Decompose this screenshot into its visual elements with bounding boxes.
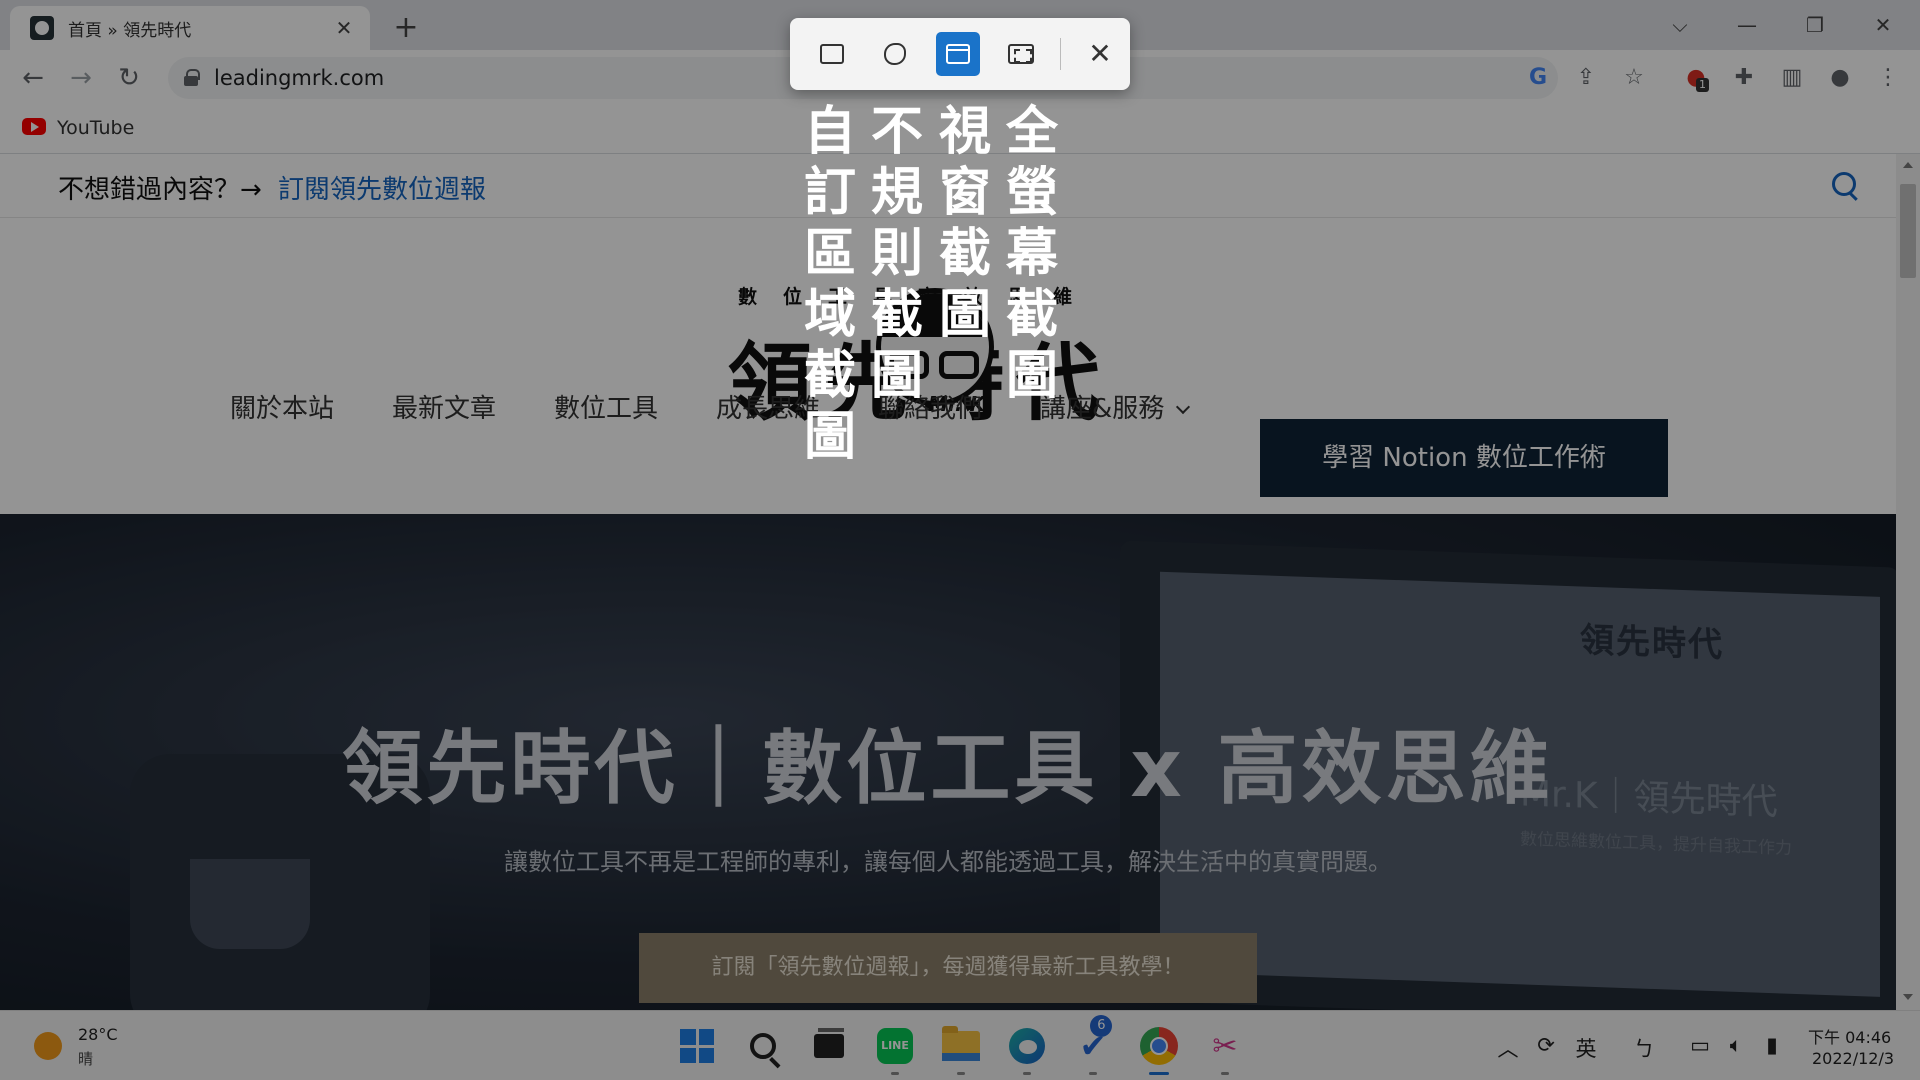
site-favicon-icon	[30, 16, 54, 40]
weather-sun-icon[interactable]	[34, 1032, 62, 1060]
nav-about[interactable]: 關於本站	[230, 388, 334, 425]
youtube-icon	[22, 118, 46, 135]
todo-app-icon[interactable]: ✔ 6	[1070, 1015, 1116, 1075]
newsletter-subscribe-button[interactable]: 訂閱「領先數位週報」，每週獲得最新工具教學！	[639, 933, 1257, 1003]
forward-icon[interactable]: →	[64, 62, 98, 94]
nav-digital-tools[interactable]: 數位工具	[554, 388, 658, 425]
page-scrollbar[interactable]	[1896, 154, 1920, 1010]
task-view-icon[interactable]	[806, 1023, 852, 1069]
back-icon[interactable]: ←	[16, 62, 50, 94]
reload-icon[interactable]: ↻	[112, 62, 146, 94]
promo-text: 不想錯過內容？→	[58, 175, 262, 205]
network-icon[interactable]: ▭	[1686, 1033, 1714, 1057]
clock-time[interactable]: 下午 04:46	[1808, 1024, 1891, 1048]
side-panel-icon[interactable]: ▥	[1776, 62, 1808, 94]
rectangle-snip-button[interactable]	[810, 32, 854, 76]
hero-subtitle: 讓數位工具不再是工程師的專利，讓每個人都能透過工具，解決生活中的真實問題。	[504, 848, 1392, 876]
url-text: leadingmrk.com	[214, 66, 385, 90]
freeform-snip-icon	[884, 43, 906, 65]
bookmark-star-icon[interactable]: ☆	[1618, 62, 1650, 94]
windows-taskbar: 28°C 晴 LINE ✔ 6 ✂ ︿ ⟳ 英 ㄅ ▭ 🔈︎ ▮ 下午 04:46…	[0, 1010, 1920, 1080]
scroll-up-icon[interactable]	[1903, 162, 1913, 168]
tray-sync-icon[interactable]: ⟳	[1532, 1033, 1560, 1057]
window-snip-button[interactable]	[936, 32, 980, 76]
close-window-icon[interactable]: ✕	[1858, 8, 1908, 42]
lock-icon	[184, 69, 200, 86]
share-icon[interactable]: ⇪	[1570, 62, 1602, 94]
notion-course-button[interactable]: 學習 Notion 數位工作術	[1260, 419, 1668, 497]
new-tab-icon[interactable]: +	[392, 10, 420, 45]
extension-red-icon[interactable]: ● 1	[1680, 62, 1712, 94]
window-snip-icon	[946, 44, 970, 64]
window-snip-label: 視窗截圖	[938, 102, 991, 345]
extensions-puzzle-icon[interactable]: ✚	[1728, 62, 1760, 94]
tab-title: 首頁 » 領先時代	[68, 20, 192, 41]
ime-language[interactable]: 英	[1572, 1033, 1600, 1063]
hero-screen-logo: 領先時代	[1580, 620, 1724, 666]
rectangle-snip-label: 自訂區域截圖	[803, 102, 856, 467]
hero-banner: 領先時代 Mr.K｜領先時代 數位思維數位工具，提升自我工作力 領先時代｜數位工…	[0, 514, 1896, 1010]
freeform-snip-label: 不規則截圖	[870, 102, 923, 406]
volume-icon[interactable]: 🔈︎	[1722, 1033, 1750, 1058]
snipping-tool-app-icon[interactable]: ✂	[1202, 1023, 1248, 1075]
subscribe-link[interactable]: 訂閱領先數位週報	[278, 169, 486, 206]
ime-mode-icon[interactable]: ㄅ	[1630, 1033, 1658, 1063]
windows-logo-icon	[680, 1029, 714, 1063]
start-button[interactable]	[674, 1023, 720, 1069]
chrome-menu-icon[interactable]: ⋮	[1872, 62, 1904, 94]
clock-date[interactable]: 2022/12/3	[1812, 1049, 1894, 1068]
snip-divider	[1060, 38, 1061, 70]
tray-overflow-chevron-icon[interactable]: ︿	[1494, 1033, 1522, 1063]
taskbar-search-icon[interactable]	[740, 1023, 786, 1069]
hero-title: 領先時代｜數位工具 x 高效思維	[342, 722, 1554, 815]
line-app-icon[interactable]: LINE	[872, 1023, 918, 1075]
nav-services[interactable]: 講座&服務	[1040, 388, 1191, 425]
fullscreen-snip-icon	[1008, 44, 1034, 64]
file-explorer-icon[interactable]	[938, 1023, 984, 1075]
chevron-down-icon	[1176, 399, 1191, 415]
tab-close-icon[interactable]: ✕	[332, 16, 356, 40]
todo-badge: 6	[1090, 1015, 1113, 1037]
scroll-down-icon[interactable]	[1903, 994, 1913, 1000]
minimize-icon[interactable]: —	[1722, 8, 1772, 42]
weather-condition[interactable]: 晴	[78, 1048, 93, 1069]
bookmark-youtube[interactable]: YouTube	[57, 117, 134, 139]
restore-icon[interactable]: ❐	[1790, 8, 1840, 42]
google-translate-icon[interactable]: G	[1522, 62, 1554, 94]
snipping-toolbar: ✕	[790, 18, 1130, 90]
snip-close-icon[interactable]: ✕	[1078, 32, 1122, 76]
fullscreen-snip-label: 全螢幕截圖	[1005, 102, 1058, 406]
battery-icon[interactable]: ▮	[1758, 1033, 1786, 1057]
edge-browser-icon[interactable]	[1004, 1023, 1050, 1075]
freeform-snip-button[interactable]	[873, 32, 917, 76]
site-search-icon[interactable]	[1832, 172, 1862, 202]
fullscreen-snip-button[interactable]	[999, 32, 1043, 76]
rectangle-snip-icon	[820, 44, 844, 64]
nav-latest-posts[interactable]: 最新文章	[392, 388, 496, 425]
chrome-app-icon[interactable]	[1136, 1023, 1182, 1075]
tab-search-chevron-icon[interactable]: ⌵	[1655, 8, 1705, 42]
weather-temperature[interactable]: 28°C	[78, 1025, 118, 1044]
browser-tab[interactable]: 首頁 » 領先時代 ✕	[10, 6, 370, 50]
scroll-thumb[interactable]	[1900, 184, 1916, 278]
extension-badge: 1	[1696, 78, 1709, 92]
profile-avatar-icon[interactable]: ●	[1824, 62, 1856, 94]
